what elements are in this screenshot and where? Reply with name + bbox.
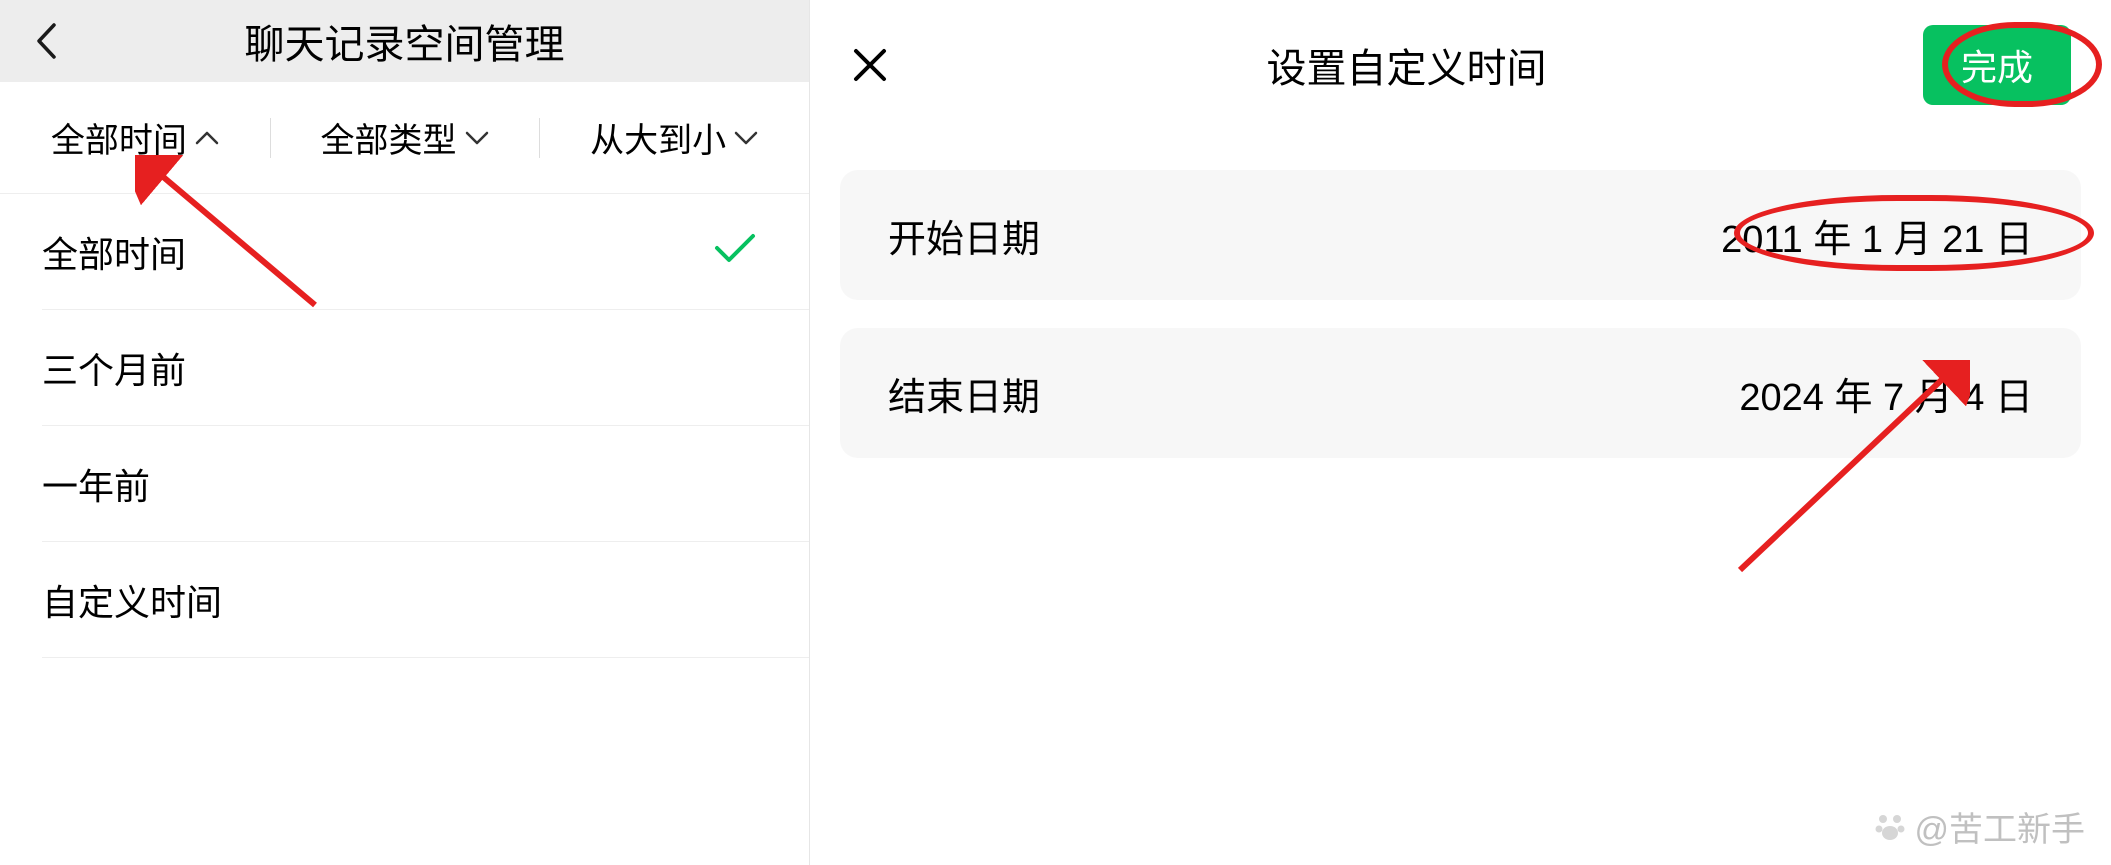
option-all-time[interactable]: 全部时间 — [0, 194, 809, 310]
filter-tab-sort[interactable]: 从大到小 — [539, 82, 809, 193]
filter-tab-time[interactable]: 全部时间 — [0, 82, 270, 193]
option-label: 一年前 — [42, 458, 150, 510]
right-panel: 设置自定义时间 完成 开始日期 2011 年 1 月 21 日 结束日期 202… — [810, 0, 2111, 865]
option-custom-time[interactable]: 自定义时间 — [0, 542, 809, 658]
start-date-row[interactable]: 开始日期 2011 年 1 月 21 日 — [840, 170, 2081, 300]
filter-tab-type[interactable]: 全部类型 — [270, 82, 540, 193]
chevron-down-icon — [465, 131, 489, 145]
date-rows: 开始日期 2011 年 1 月 21 日 结束日期 2024 年 7 月 4 日 — [810, 130, 2111, 458]
page-title: 聊天记录空间管理 — [0, 12, 809, 70]
time-option-list: 全部时间 三个月前 一年前 自定义时间 — [0, 194, 809, 658]
done-button[interactable]: 完成 — [1923, 25, 2071, 105]
chevron-up-icon — [195, 131, 219, 145]
option-label: 三个月前 — [42, 342, 186, 394]
watermark-text: @苦工新手 — [1914, 802, 2085, 851]
right-header: 设置自定义时间 完成 — [810, 0, 2111, 130]
filter-tab-label: 全部类型 — [321, 113, 457, 162]
option-three-months[interactable]: 三个月前 — [0, 310, 809, 426]
start-date-value: 2011 年 1 月 21 日 — [1721, 208, 2033, 263]
start-date-label: 开始日期 — [888, 208, 1040, 263]
back-icon[interactable] — [32, 27, 60, 55]
filter-bar: 全部时间 全部类型 从大到小 — [0, 82, 809, 194]
end-date-value: 2024 年 7 月 4 日 — [1739, 366, 2033, 421]
option-label: 全部时间 — [42, 226, 186, 278]
option-one-year[interactable]: 一年前 — [0, 426, 809, 542]
option-label: 自定义时间 — [42, 574, 222, 626]
close-icon[interactable] — [850, 45, 890, 85]
check-icon — [713, 231, 757, 274]
modal-title: 设置自定义时间 — [890, 36, 1923, 94]
chevron-down-icon — [734, 131, 758, 145]
left-header: 聊天记录空间管理 — [0, 0, 809, 82]
end-date-row[interactable]: 结束日期 2024 年 7 月 4 日 — [840, 328, 2081, 458]
left-panel: 聊天记录空间管理 全部时间 全部类型 从大到小 全部时间 — [0, 0, 810, 865]
filter-tab-label: 从大到小 — [590, 113, 726, 162]
end-date-label: 结束日期 — [888, 366, 1040, 421]
watermark: @苦工新手 — [1872, 802, 2085, 851]
filter-tab-label: 全部时间 — [51, 113, 187, 162]
paw-icon — [1872, 809, 1908, 845]
